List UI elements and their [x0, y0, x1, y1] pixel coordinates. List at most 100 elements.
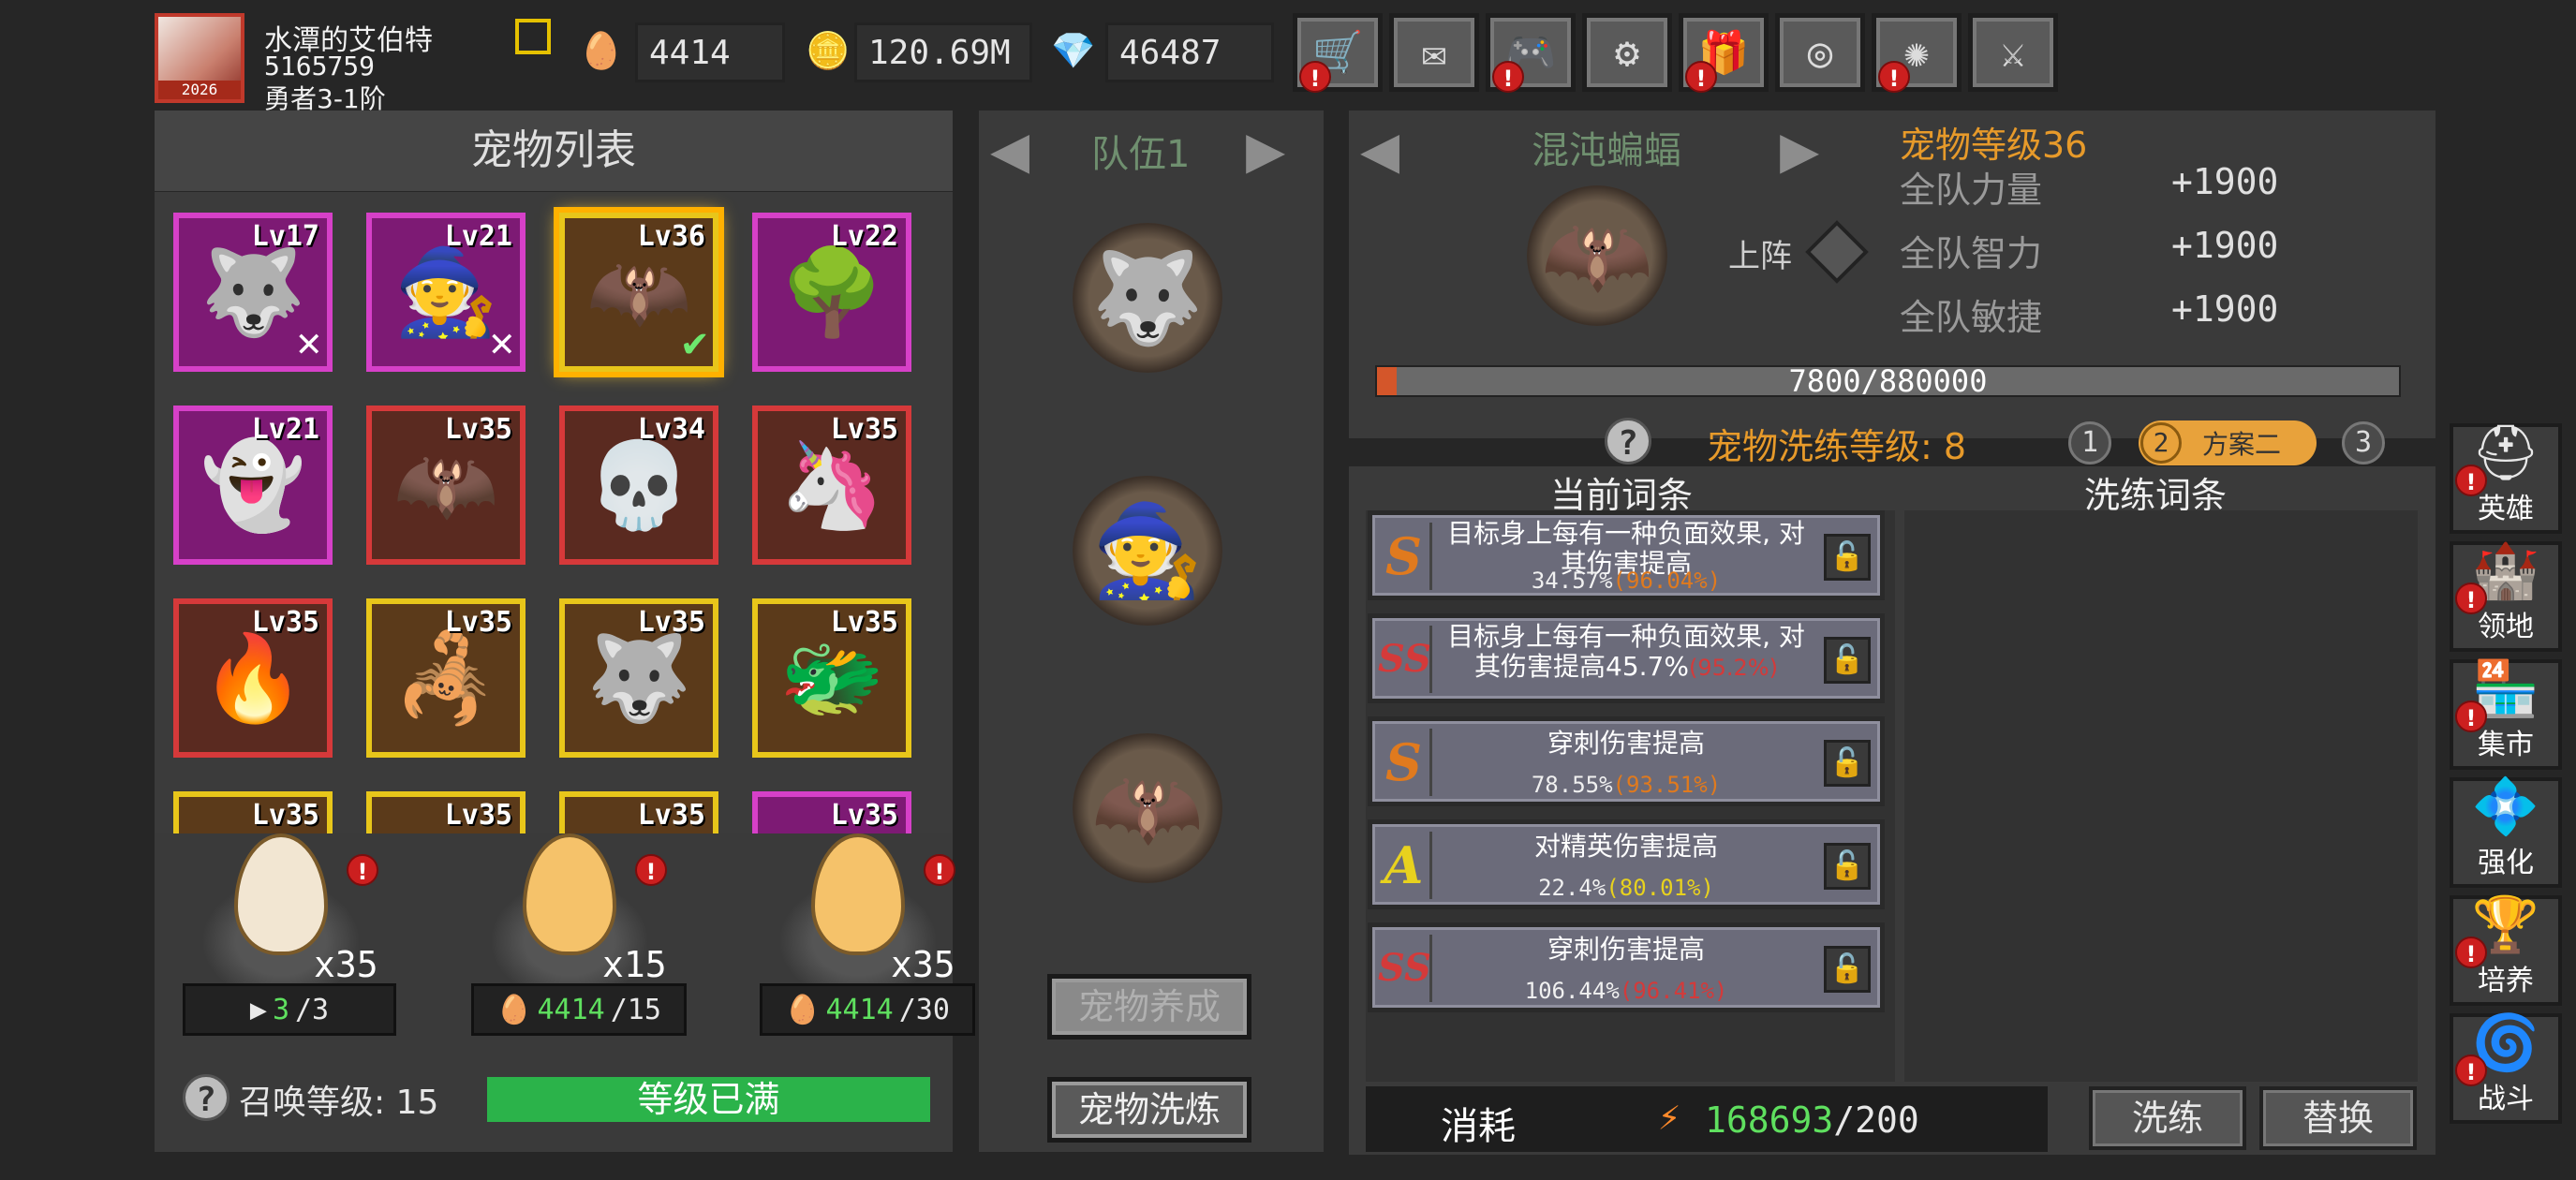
- pet-card[interactable]: Lv35 🦂: [366, 598, 526, 758]
- pet-level: Lv35: [444, 413, 512, 446]
- gear-button[interactable]: ⚙: [1582, 13, 1672, 92]
- plan-3-button[interactable]: 3: [2342, 421, 2385, 465]
- team-label: 队伍1: [1091, 133, 1191, 176]
- trait-card[interactable]: SS 目标身上每有一种负面效果, 对其伤害提高45.7%(95.2%) 🔓: [1368, 613, 1885, 703]
- trait-max: (93.51%): [1612, 772, 1722, 798]
- trait-text-line1: 穿刺伤害提高: [1547, 728, 1705, 759]
- pet-card[interactable]: Lv35: [559, 791, 718, 833]
- sidebar-shop[interactable]: 🏪 集市!: [2450, 656, 2562, 770]
- trait-max: (96.04%): [1612, 568, 1722, 594]
- trait-grade: SS: [1378, 935, 1432, 1002]
- trait-value: 106.44%: [1524, 978, 1620, 1004]
- unlock-icon[interactable]: 🔓: [1824, 843, 1871, 890]
- team-slot-2[interactable]: 🧙: [1073, 476, 1222, 626]
- pet-card[interactable]: Lv22 🌳: [752, 213, 911, 372]
- trait-card[interactable]: S 目标身上每有一种负面效果, 对其伤害提高 34.57%(96.04%) 🔓: [1368, 510, 1885, 600]
- plan-1-button[interactable]: 1: [2068, 421, 2111, 465]
- pet-card[interactable]: Lv36 🦇 ✔: [559, 213, 718, 372]
- trait-text-line1: 目标身上每有一种负面效果, 对: [1447, 518, 1805, 549]
- pet-list-title: 宠物列表: [155, 111, 953, 191]
- pet-level: Lv35: [830, 606, 898, 639]
- summon-level-label: 召唤等级: 15: [239, 1084, 439, 1122]
- unlock-icon[interactable]: 🔓: [1824, 534, 1871, 581]
- trait-max: (80.01%): [1606, 875, 1714, 901]
- pet-sprite: 👻: [200, 435, 306, 535]
- egg-count: x35: [314, 944, 378, 985]
- summon-egg[interactable]: [234, 833, 328, 955]
- sidebar-portal[interactable]: 🌀 战斗!: [2450, 1010, 2562, 1124]
- cart-button[interactable]: 🛒!: [1293, 13, 1383, 93]
- pet-level: Lv21: [444, 220, 512, 253]
- mail-button[interactable]: ✉: [1389, 13, 1479, 92]
- cost-need: /200: [1833, 1099, 1919, 1141]
- pet-wash-button[interactable]: 宠物洗炼: [1047, 1077, 1251, 1143]
- summon-egg[interactable]: [523, 833, 616, 955]
- sidebar-label: 英雄: [2478, 493, 2534, 525]
- pet-sprite: 🌳: [778, 243, 885, 342]
- edit-name-icon[interactable]: [515, 19, 551, 54]
- pet-card[interactable]: Lv34 💀: [559, 406, 718, 565]
- pet-card[interactable]: Lv21 👻: [173, 406, 333, 565]
- sidebar-crystal[interactable]: 💠 强化: [2450, 774, 2562, 888]
- gamepad-button[interactable]: 🎮!: [1486, 13, 1576, 93]
- trait-card[interactable]: SS 穿刺伤害提高 106.44%(96.41%) 🔓: [1368, 922, 1885, 1012]
- trait-max: (96.41%): [1619, 978, 1728, 1004]
- resource-value-3: 46487: [1105, 22, 1274, 82]
- aperture-button[interactable]: ◎: [1775, 13, 1865, 92]
- player-id: 5165759: [264, 51, 376, 81]
- pet-card[interactable]: Lv35 🦄: [752, 406, 911, 565]
- pet-level: Lv35: [444, 799, 512, 832]
- pet-level: Lv35: [637, 606, 705, 639]
- crossed-swords-disabled-button[interactable]: ⚔: [1968, 13, 2058, 92]
- wash-help-icon[interactable]: ?: [1605, 418, 1651, 465]
- summon-help-icon[interactable]: ?: [183, 1074, 229, 1121]
- sidebar-goblet[interactable]: 🏆 培养!: [2450, 892, 2562, 1006]
- pet-sprite: 🔥: [200, 628, 306, 728]
- pet-sprite: 💀: [585, 435, 692, 535]
- firework-button[interactable]: ✺!: [1872, 13, 1962, 93]
- trait-value: 22.4%: [1538, 875, 1606, 901]
- pet-card[interactable]: Lv35: [173, 791, 333, 833]
- plan-2-button[interactable]: 2 方案二: [2139, 420, 2317, 465]
- wash-button[interactable]: 洗练: [2089, 1086, 2246, 1150]
- pet-card[interactable]: Lv35 🐺: [559, 598, 718, 758]
- trait-card[interactable]: S 穿刺伤害提高 78.55%(93.51%) 🔓: [1368, 716, 1885, 806]
- pet-card[interactable]: Lv17 🐺 ✕: [173, 213, 333, 372]
- selected-pet-portrait: 🦇: [1527, 185, 1667, 326]
- pet-card[interactable]: Lv35 🦇: [366, 406, 526, 565]
- team-slot-3[interactable]: 🦇: [1073, 733, 1222, 883]
- pet-train-button[interactable]: 宠物养成: [1047, 974, 1251, 1040]
- pet-card[interactable]: Lv35: [366, 791, 526, 833]
- summon-level-max-bar: 等级已满: [487, 1077, 930, 1122]
- pet-prev-arrow-icon[interactable]: ◀: [1360, 111, 1399, 187]
- stat-value: +1900: [2171, 288, 2279, 330]
- deploy-diamond-icon[interactable]: [1805, 220, 1869, 284]
- pet-next-arrow-icon[interactable]: ▶: [1780, 111, 1819, 187]
- summon-egg[interactable]: [811, 833, 905, 955]
- unlock-icon[interactable]: 🔓: [1824, 946, 1871, 993]
- unlock-icon[interactable]: 🔓: [1824, 637, 1871, 684]
- trait-value: 78.55%: [1531, 772, 1613, 798]
- gift-button[interactable]: 🎁!: [1679, 13, 1769, 93]
- cost-bar: 消耗 ⚡ 168693/200: [1366, 1086, 2048, 1152]
- pet-card[interactable]: Lv21 🧙 ✕: [366, 213, 526, 372]
- player-avatar[interactable]: 2026: [155, 13, 244, 103]
- pet-card[interactable]: Lv35 🐲: [752, 598, 911, 758]
- pet-card[interactable]: Lv35 🔥: [173, 598, 333, 758]
- pet-card[interactable]: Lv35: [752, 791, 911, 833]
- pet-sprite: 🧙: [392, 243, 499, 342]
- pet-grid[interactable]: Lv17 🐺 ✕ Lv21 🧙 ✕ Lv36 🦇 ✔ Lv22 🌳 Lv21 👻 Lv35 🦇 Lv34 💀 Lv…: [155, 192, 953, 833]
- pet-level: Lv35: [637, 799, 705, 832]
- sidebar-castle[interactable]: 🏰 领地!: [2450, 538, 2562, 652]
- replace-button[interactable]: 替换: [2259, 1086, 2417, 1150]
- team-slot-1[interactable]: 🐺: [1073, 223, 1222, 373]
- team-next-arrow-icon[interactable]: ▶: [1246, 111, 1285, 187]
- not-deployed-x-icon: ✕: [489, 318, 515, 366]
- unlock-icon[interactable]: 🔓: [1824, 740, 1871, 787]
- crystal-icon: 💠: [2471, 774, 2540, 838]
- trait-card[interactable]: A 对精英伤害提高 22.4%(80.01%) 🔓: [1368, 819, 1885, 909]
- trait-text-line2-text: 其伤害提高45.7%: [1474, 651, 1689, 682]
- sidebar-helmet[interactable]: ⛑ 英雄!: [2450, 420, 2562, 534]
- team-prev-arrow-icon[interactable]: ◀: [990, 111, 1029, 187]
- gold-egg-icon: 🥚: [579, 30, 624, 71]
